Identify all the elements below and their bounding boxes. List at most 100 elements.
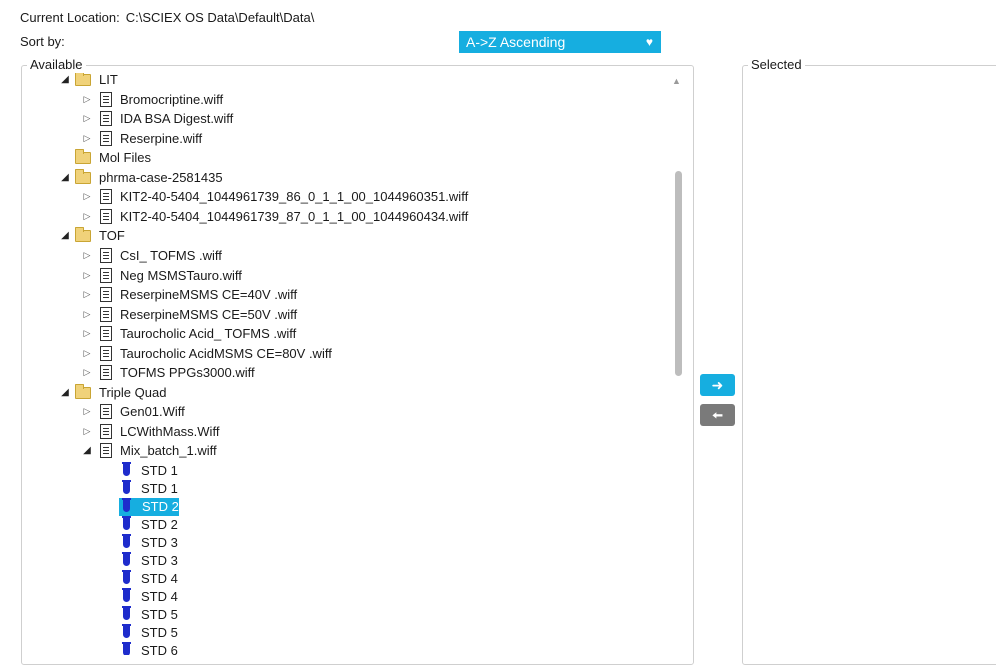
- tree-folder[interactable]: ◢ TOF: [22, 226, 662, 245]
- tree-file[interactable]: ▷ LCWithMass.Wiff: [22, 422, 662, 441]
- tree-item-label: ReserpineMSMS CE=40V .wiff: [120, 287, 298, 303]
- selected-title: Selected: [748, 57, 805, 72]
- sample-vial-icon: [122, 606, 131, 620]
- tree-folder[interactable]: ◢ Triple Quad: [22, 383, 662, 402]
- sample-vial-icon: [122, 642, 131, 655]
- tree-sample[interactable]: STD 5: [22, 623, 662, 642]
- tree-item-label: Bromocriptine.wiff: [120, 91, 224, 107]
- tree-item-label: phrma-case-2581435: [99, 169, 223, 185]
- sort-by-label: Sort by:: [20, 34, 65, 49]
- tree-item-label: IDA BSA Digest.wiff: [120, 111, 234, 127]
- tree-file[interactable]: ▷ Taurocholic AcidMSMS CE=80V .wiff: [22, 344, 662, 363]
- tree-item-label: KIT2-40-5404_1044961739_87_0_1_1_00_1044…: [120, 208, 469, 224]
- tree-item-label: STD 3: [141, 535, 178, 550]
- tree-folder[interactable]: ◢ phrma-case-2581435: [22, 168, 662, 187]
- tree-sample[interactable]: STD 6: [22, 641, 662, 655]
- add-to-selected-button[interactable]: ➜: [700, 374, 735, 396]
- wiff-file-icon: [100, 423, 112, 439]
- collapsed-triangle-icon[interactable]: ▷: [82, 207, 92, 226]
- tree-file[interactable]: ▷ IDA BSA Digest.wiff: [22, 109, 662, 128]
- collapsed-triangle-icon[interactable]: ▷: [82, 266, 92, 285]
- expanded-triangle-icon[interactable]: ◢: [82, 441, 92, 460]
- tree-file[interactable]: ▷ ReserpineMSMS CE=40V .wiff: [22, 285, 662, 304]
- tree-file[interactable]: ▷ KIT2-40-5404_1044961739_87_0_1_1_00_104…: [22, 207, 662, 226]
- collapsed-triangle-icon[interactable]: ▷: [82, 324, 92, 343]
- collapsed-triangle-icon[interactable]: ▷: [82, 129, 92, 148]
- remove-from-selected-button[interactable]: 🠨: [700, 404, 735, 426]
- tree-file[interactable]: ▷ ReserpineMSMS CE=50V .wiff: [22, 305, 662, 324]
- tree-item-label: KIT2-40-5404_1044961739_86_0_1_1_00_1044…: [120, 189, 469, 205]
- wiff-file-icon: [100, 326, 112, 342]
- tree-file[interactable]: ▷ Bromocriptine.wiff: [22, 90, 662, 109]
- available-tree[interactable]: ◢ LIT ▷ Bromocriptine.wiff ▷ IDA BSA Digest.w…: [22, 73, 672, 655]
- folder-icon: [75, 168, 91, 184]
- tree-item-label: STD 2: [142, 499, 179, 514]
- tree-item-label: STD 2: [141, 517, 178, 532]
- expanded-triangle-icon[interactable]: ◢: [60, 383, 70, 402]
- sample-vial-icon: [122, 462, 131, 476]
- current-location: Current Location: C:\SCIEX OS Data\Defaul…: [20, 10, 314, 25]
- tree-item-label: Mol Files: [99, 150, 152, 166]
- collapsed-triangle-icon[interactable]: ▷: [82, 285, 92, 304]
- available-title: Available: [27, 57, 86, 72]
- tree-item-label: Neg MSMSTauro.wiff: [120, 267, 242, 283]
- tree-sample[interactable]: STD 3: [22, 551, 662, 570]
- wiff-file-icon: [100, 130, 112, 146]
- tree-item-label: ReserpineMSMS CE=50V .wiff: [120, 306, 298, 322]
- collapsed-triangle-icon[interactable]: ▷: [82, 402, 92, 421]
- collapsed-triangle-icon[interactable]: ▷: [82, 90, 92, 109]
- tree-sample[interactable]: STD 4: [22, 569, 662, 588]
- tree-folder[interactable]: Mol Files: [22, 148, 662, 167]
- current-location-label: Current Location:: [20, 10, 120, 25]
- tree-file[interactable]: ▷ Reserpine.wiff: [22, 129, 662, 148]
- collapsed-triangle-icon[interactable]: ▷: [82, 187, 92, 206]
- tree-sample[interactable]: STD 4: [22, 587, 662, 606]
- tree-item-label: TOF: [99, 228, 125, 244]
- tree-file[interactable]: ▷ Neg MSMSTauro.wiff: [22, 266, 662, 285]
- tree-item-label: Reserpine.wiff: [120, 130, 203, 146]
- tree-file[interactable]: ▷ CsI_ TOFMS .wiff: [22, 246, 662, 265]
- tree-sample[interactable]: STD 5: [22, 605, 662, 624]
- folder-icon: [75, 227, 91, 243]
- wiff-file-icon: [100, 345, 112, 361]
- tree-file[interactable]: ▷ Gen01.Wiff: [22, 402, 662, 421]
- collapsed-triangle-icon[interactable]: ▷: [82, 246, 92, 265]
- wiff-file-icon: [100, 208, 112, 224]
- collapsed-triangle-icon[interactable]: ▷: [82, 344, 92, 363]
- tree-item-label: STD 4: [141, 589, 178, 604]
- expanded-triangle-icon[interactable]: ◢: [60, 168, 70, 187]
- tree-sample[interactable]: STD 2: [22, 497, 662, 516]
- tree-folder[interactable]: ◢ LIT: [22, 73, 662, 89]
- folder-icon: [75, 383, 91, 399]
- sort-by-dropdown[interactable]: A->Z Ascending ♥: [459, 31, 661, 53]
- tree-item-label: Triple Quad: [99, 384, 167, 400]
- collapsed-triangle-icon[interactable]: ▷: [82, 422, 92, 441]
- sample-vial-icon: [122, 516, 131, 530]
- tree-file[interactable]: ▷ TOFMS PPGs3000.wiff: [22, 363, 662, 382]
- tree-scrollbar-thumb[interactable]: [675, 171, 682, 376]
- tree-sample[interactable]: STD 1: [22, 461, 662, 480]
- collapsed-triangle-icon[interactable]: ▷: [82, 305, 92, 324]
- tree-item-label: Gen01.Wiff: [120, 404, 185, 420]
- wiff-file-icon: [100, 404, 112, 420]
- tree-file[interactable]: ▷ Taurocholic Acid_ TOFMS .wiff: [22, 324, 662, 343]
- tree-item-label: Taurocholic Acid_ TOFMS .wiff: [120, 326, 297, 342]
- sample-vial-icon: [122, 570, 131, 584]
- collapsed-triangle-icon[interactable]: ▷: [82, 363, 92, 382]
- tree-item-label: STD 1: [141, 481, 178, 496]
- expanded-triangle-icon[interactable]: ◢: [60, 226, 70, 245]
- sample-vial-icon: [122, 498, 131, 512]
- selected-panel: [742, 65, 996, 665]
- scroll-up-arrow-icon[interactable]: ▲: [672, 76, 681, 86]
- tree-sample[interactable]: STD 3: [22, 533, 662, 552]
- sample-vial-icon: [122, 624, 131, 638]
- expanded-triangle-icon[interactable]: ◢: [60, 73, 70, 89]
- tree-sample[interactable]: STD 2: [22, 515, 662, 534]
- tree-file[interactable]: ◢ Mix_batch_1.wiff: [22, 441, 662, 460]
- collapsed-triangle-icon[interactable]: ▷: [82, 109, 92, 128]
- tree-item-label: STD 5: [141, 625, 178, 640]
- current-location-path: C:\SCIEX OS Data\Default\Data\: [125, 10, 315, 25]
- folder-icon: [75, 149, 91, 165]
- tree-file[interactable]: ▷ KIT2-40-5404_1044961739_86_0_1_1_00_104…: [22, 187, 662, 206]
- tree-sample[interactable]: STD 1: [22, 479, 662, 498]
